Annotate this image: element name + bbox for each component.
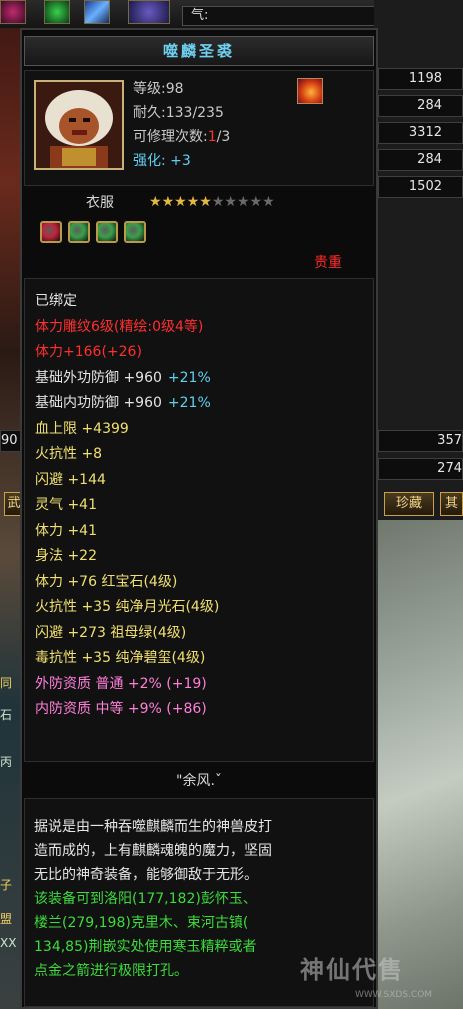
gem-slot-icon [124, 221, 146, 243]
tab-collection[interactable]: 珍藏 [384, 492, 434, 516]
attribute-text: 火抗性 +35 纯净月光石(4级) [35, 599, 220, 615]
side-label: 盟 [0, 912, 13, 926]
attribute-text: 体力 +76 红宝石(4级) [35, 573, 178, 590]
star-filled-icon: ★ [174, 194, 187, 210]
star-empty-icon: ★ [224, 194, 237, 210]
attribute-text: 闪避 +273 祖母绿(4级) [35, 624, 187, 641]
repair-used: 1 [207, 129, 217, 145]
star-filled-icon: ★ [161, 194, 175, 210]
attribute-line: 内防资质 中等 +9% (+86) [35, 700, 207, 718]
star-filled-icon: ★ [199, 194, 212, 210]
side-label: 同 [0, 676, 13, 690]
star-empty-icon: ★ [249, 194, 263, 210]
qi-label: 气: [191, 8, 209, 23]
attribute-line: 毒抗性 +35 纯净碧玺(4级) [35, 649, 205, 667]
star-rating: ★★★★★★★★★★ [149, 194, 275, 210]
repair-label: 可修理次数: [133, 129, 208, 145]
gem-slot-icon [68, 221, 90, 243]
stat-value: 274 [378, 458, 463, 480]
attribute-line: 体力+166(+26) [35, 343, 142, 361]
description-line: 造而成的，上有麒麟魂魄的魔力，坚固 [34, 843, 272, 859]
attribute-line: 闪避 +144 [35, 471, 106, 489]
item-enhance: 强化: +3 [133, 153, 191, 169]
attribute-text: 火抗性 +8 [35, 446, 103, 462]
attribute-line: 体力 +41 [35, 522, 97, 540]
attribute-text: 闪避 +144 [35, 471, 106, 488]
item-level: 等级:98 [133, 81, 184, 97]
attribute-line: 外防资质 普通 +2% (+19) [35, 675, 207, 693]
star-filled-icon: ★ [149, 194, 162, 210]
attribute-text: 体力 +41 [35, 522, 97, 539]
owner-name: "余风.ˇ [176, 773, 222, 789]
tab-other[interactable]: 其 [440, 492, 463, 516]
attribute-text: 基础内功防御 +960 [35, 395, 162, 411]
stat-value: 90 [0, 430, 22, 452]
attribute-line: 体力 +76 红宝石(4级) [35, 573, 177, 591]
description-line: 据说是由一种吞噬麒麟而生的神兽皮打 [34, 819, 272, 835]
attribute-text: 体力雕纹6级(精绘:0级4等) [35, 318, 204, 335]
stat-value: 357 [378, 430, 463, 452]
game-scene-right [378, 520, 463, 1009]
item-repair-count: 可修理次数:1/3 [133, 128, 230, 146]
side-label: 丙 [0, 755, 13, 769]
attribute-bonus: +21% [167, 395, 211, 411]
star-empty-icon: ★ [262, 194, 275, 210]
skill-slot-icon[interactable] [128, 0, 170, 24]
quality-label: 贵重 [314, 255, 342, 271]
description-line: 点金之箭进行极限打孔。 [34, 963, 188, 979]
attribute-line: 火抗性 +8 [35, 445, 102, 463]
attribute-text: 已绑定 [35, 293, 77, 309]
flame-icon [297, 78, 323, 104]
attribute-line: 基础内功防御 +960 +21% [35, 394, 211, 412]
description-line: 无比的神奇装备，能够御敌于无形。 [34, 867, 258, 883]
attribute-bonus: +21% [167, 369, 211, 386]
attribute-line: 灵气 +41 [35, 496, 97, 514]
attribute-text: 内防资质 中等 +9% (+86) [35, 701, 207, 717]
stat-value: 284 [378, 149, 463, 171]
stat-value: 1198 [378, 68, 463, 90]
item-durability: 耐久:133/235 [133, 105, 224, 121]
attribute-text: 体力+166(+26) [35, 344, 142, 360]
stat-value: 284 [378, 95, 463, 117]
gem-slot-icon [96, 221, 118, 243]
attribute-line: 体力雕纹6级(精绘:0级4等) [35, 318, 203, 336]
stat-value: 1502 [378, 176, 463, 198]
attribute-line: 火抗性 +35 纯净月光石(4级) [35, 598, 219, 616]
attribute-text: 身法 +22 [35, 548, 97, 564]
attribute-text: 血上限 +4399 [35, 420, 129, 437]
attribute-text: 外防资质 普通 +2% (+19) [35, 675, 207, 692]
attribute-line: 血上限 +4399 [35, 420, 129, 438]
description-line: 该装备可到洛阳(177,182)彭怀玉、 [34, 891, 257, 907]
star-empty-icon: ★ [211, 194, 225, 210]
attribute-line: 基础外功防御 +960 +21% [35, 369, 211, 387]
skill-slot-icon[interactable] [44, 0, 70, 24]
side-label: XX [0, 936, 17, 950]
star-empty-icon: ★ [236, 194, 250, 210]
side-label: 子 [0, 878, 13, 892]
stat-value: 3312 [378, 122, 463, 144]
attribute-text: 基础外功防御 +960 [35, 369, 162, 386]
attribute-text: 灵气 +41 [35, 497, 97, 513]
side-label: 石 [0, 708, 13, 722]
attribute-line: 闪避 +273 祖母绿(4级) [35, 624, 186, 642]
description-line: 134,85)荆嵌实处使用寒玉精粹或者 [34, 939, 257, 955]
attribute-line: 身法 +22 [35, 547, 97, 565]
skill-slot-icon[interactable] [84, 0, 110, 24]
description-line: 楼兰(279,198)克里木、束河古镇( [34, 915, 249, 931]
skill-slot-icon[interactable] [0, 0, 26, 24]
attribute-text: 毒抗性 +35 纯净碧玺(4级) [35, 650, 206, 666]
attribute-line: 已绑定 [35, 292, 77, 310]
watermark-text: 神仙代售 [300, 956, 404, 984]
item-name: 噬麟圣裘 [24, 36, 374, 66]
gem-slot-icon [40, 221, 62, 243]
star-filled-icon: ★ [186, 194, 200, 210]
item-slot: 衣服 [86, 195, 114, 211]
repair-total: /3 [216, 129, 231, 145]
item-portrait [34, 80, 124, 170]
watermark-url: WWW.SXDS.COM [355, 990, 433, 1000]
